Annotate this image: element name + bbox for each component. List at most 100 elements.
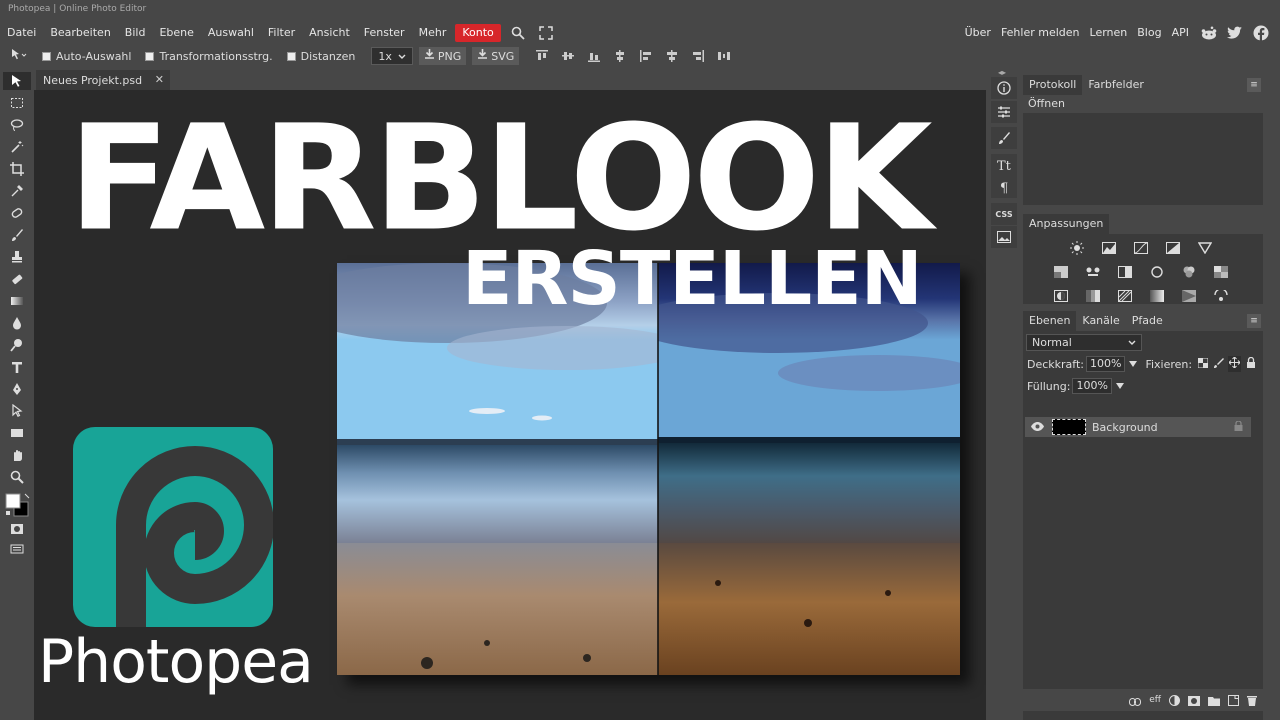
align-top-icon[interactable] xyxy=(535,49,549,63)
menu-lernen[interactable]: Lernen xyxy=(1085,24,1133,42)
posterize-icon[interactable] xyxy=(1085,289,1101,303)
lock-position-icon[interactable] xyxy=(1228,356,1242,372)
distances-option[interactable]: Distanzen xyxy=(286,50,355,63)
type-tool-icon[interactable] xyxy=(8,358,26,376)
menu-datei[interactable]: Datei xyxy=(0,24,43,42)
transform-checkbox[interactable] xyxy=(145,51,155,61)
history-item[interactable]: Öffnen xyxy=(1023,95,1263,113)
tab-pfade[interactable]: Pfade xyxy=(1126,311,1169,331)
menu-filter[interactable]: Filter xyxy=(261,24,302,42)
brightness-icon[interactable] xyxy=(1069,241,1085,255)
document-tab[interactable]: Neues Projekt.psd ✕ xyxy=(36,70,170,90)
transform-option[interactable]: Transformationsstrg. xyxy=(145,50,273,63)
pen-tool-icon[interactable] xyxy=(8,380,26,398)
move-tool-icon[interactable] xyxy=(10,48,28,65)
export-svg-button[interactable]: SVG xyxy=(472,47,520,65)
panel-menu-icon[interactable]: ≡ xyxy=(1247,314,1261,328)
blend-mode-select[interactable]: Normal xyxy=(1026,334,1142,351)
menu-auswahl[interactable]: Auswahl xyxy=(201,24,261,42)
panel-menu-icon[interactable]: ≡ xyxy=(1247,78,1261,92)
document-canvas[interactable]: FARBLOOK ERSTELLEN Photopea xyxy=(34,90,986,720)
menu-ueber[interactable]: Über xyxy=(960,24,996,42)
menu-mehr[interactable]: Mehr xyxy=(412,24,454,42)
css-button[interactable]: CSS xyxy=(991,203,1017,225)
auto-select-option[interactable]: Auto-Auswahl xyxy=(42,50,131,63)
gradient-map-icon[interactable] xyxy=(1149,289,1165,303)
magic-wand-icon[interactable] xyxy=(8,138,26,156)
tab-ebenen[interactable]: Ebenen xyxy=(1023,311,1077,331)
menu-ansicht[interactable]: Ansicht xyxy=(302,24,357,42)
exposure-icon[interactable] xyxy=(1165,241,1181,255)
link-layers-icon[interactable] xyxy=(1129,691,1142,710)
visibility-eye-icon[interactable] xyxy=(1031,421,1044,434)
photo-filter-icon[interactable] xyxy=(1149,265,1165,279)
menu-fehler-melden[interactable]: Fehler melden xyxy=(996,24,1085,42)
layer-row[interactable]: Background xyxy=(1025,417,1251,437)
zoom-select[interactable]: 1x xyxy=(371,47,413,65)
invert-icon[interactable] xyxy=(1053,289,1069,303)
align-vcenter-icon[interactable] xyxy=(561,49,575,63)
layer-lock-icon[interactable] xyxy=(1234,420,1243,434)
threshold-icon[interactable] xyxy=(1117,289,1133,303)
properties-icon[interactable] xyxy=(991,101,1017,123)
close-tab-icon[interactable]: ✕ xyxy=(155,73,164,86)
new-layer-icon[interactable] xyxy=(1228,691,1239,710)
color-swatches-icon[interactable] xyxy=(4,492,32,518)
color-balance-icon[interactable] xyxy=(1085,265,1101,279)
menu-fenster[interactable]: Fenster xyxy=(357,24,412,42)
distribute-icon[interactable] xyxy=(613,49,627,63)
selective-color-icon[interactable] xyxy=(1181,289,1197,303)
facebook-icon[interactable] xyxy=(1250,24,1272,42)
levels-icon[interactable] xyxy=(1101,241,1117,255)
lock-all-icon[interactable] xyxy=(1246,356,1256,371)
clone-stamp-icon[interactable] xyxy=(8,248,26,266)
move-tool-icon[interactable] xyxy=(3,72,31,90)
quick-mask-icon[interactable] xyxy=(8,520,26,538)
caret-down-icon[interactable] xyxy=(1115,380,1124,393)
layer-mask-icon[interactable] xyxy=(1188,691,1200,710)
trash-icon[interactable] xyxy=(1247,691,1257,710)
gradient-tool-icon[interactable] xyxy=(8,292,26,310)
replace-color-icon[interactable] xyxy=(1213,289,1229,303)
marquee-tool-icon[interactable] xyxy=(8,94,26,112)
opacity-input[interactable]: 100% xyxy=(1086,356,1126,372)
distribute-h-icon[interactable] xyxy=(717,49,731,63)
path-select-icon[interactable] xyxy=(8,402,26,420)
dodge-tool-icon[interactable] xyxy=(8,336,26,354)
eraser-tool-icon[interactable] xyxy=(8,270,26,288)
menu-bild[interactable]: Bild xyxy=(118,24,153,42)
align-bottom-icon[interactable] xyxy=(587,49,601,63)
rectangle-tool-icon[interactable] xyxy=(8,424,26,442)
color-lookup-icon[interactable] xyxy=(1213,265,1229,279)
auto-select-checkbox[interactable] xyxy=(42,51,51,61)
layer-thumbnail[interactable] xyxy=(1052,419,1086,435)
menu-ebene[interactable]: Ebene xyxy=(152,24,200,42)
lasso-tool-icon[interactable] xyxy=(8,116,26,134)
channel-mixer-icon[interactable] xyxy=(1181,265,1197,279)
brush-tool-icon[interactable] xyxy=(8,226,26,244)
tab-protokoll[interactable]: Protokoll xyxy=(1023,75,1083,95)
eyedropper-icon[interactable] xyxy=(8,182,26,200)
search-icon[interactable] xyxy=(507,24,529,42)
menu-bearbeiten[interactable]: Bearbeiten xyxy=(43,24,117,42)
blur-tool-icon[interactable] xyxy=(8,314,26,332)
align-hcenter-icon[interactable] xyxy=(665,49,679,63)
hue-saturation-icon[interactable] xyxy=(1053,265,1069,279)
new-folder-icon[interactable] xyxy=(1208,691,1220,710)
adjustment-layer-icon[interactable] xyxy=(1169,691,1180,710)
reddit-icon[interactable] xyxy=(1198,24,1220,42)
character-icon[interactable]: Tt xyxy=(991,154,1017,176)
twitter-icon[interactable] xyxy=(1224,24,1246,42)
crop-tool-icon[interactable] xyxy=(8,160,26,178)
black-white-icon[interactable] xyxy=(1117,265,1133,279)
menu-konto[interactable]: Konto xyxy=(455,24,501,42)
healing-brush-icon[interactable] xyxy=(8,204,26,222)
curves-icon[interactable] xyxy=(1133,241,1149,255)
export-png-button[interactable]: PNG xyxy=(418,47,467,65)
lock-pixels-icon[interactable] xyxy=(1214,357,1225,371)
layer-effects-icon[interactable]: eff xyxy=(1149,695,1161,705)
menu-blog[interactable]: Blog xyxy=(1132,24,1166,42)
info-icon[interactable] xyxy=(991,77,1017,99)
distances-checkbox[interactable] xyxy=(286,51,296,61)
screen-mode-icon[interactable] xyxy=(8,540,26,558)
